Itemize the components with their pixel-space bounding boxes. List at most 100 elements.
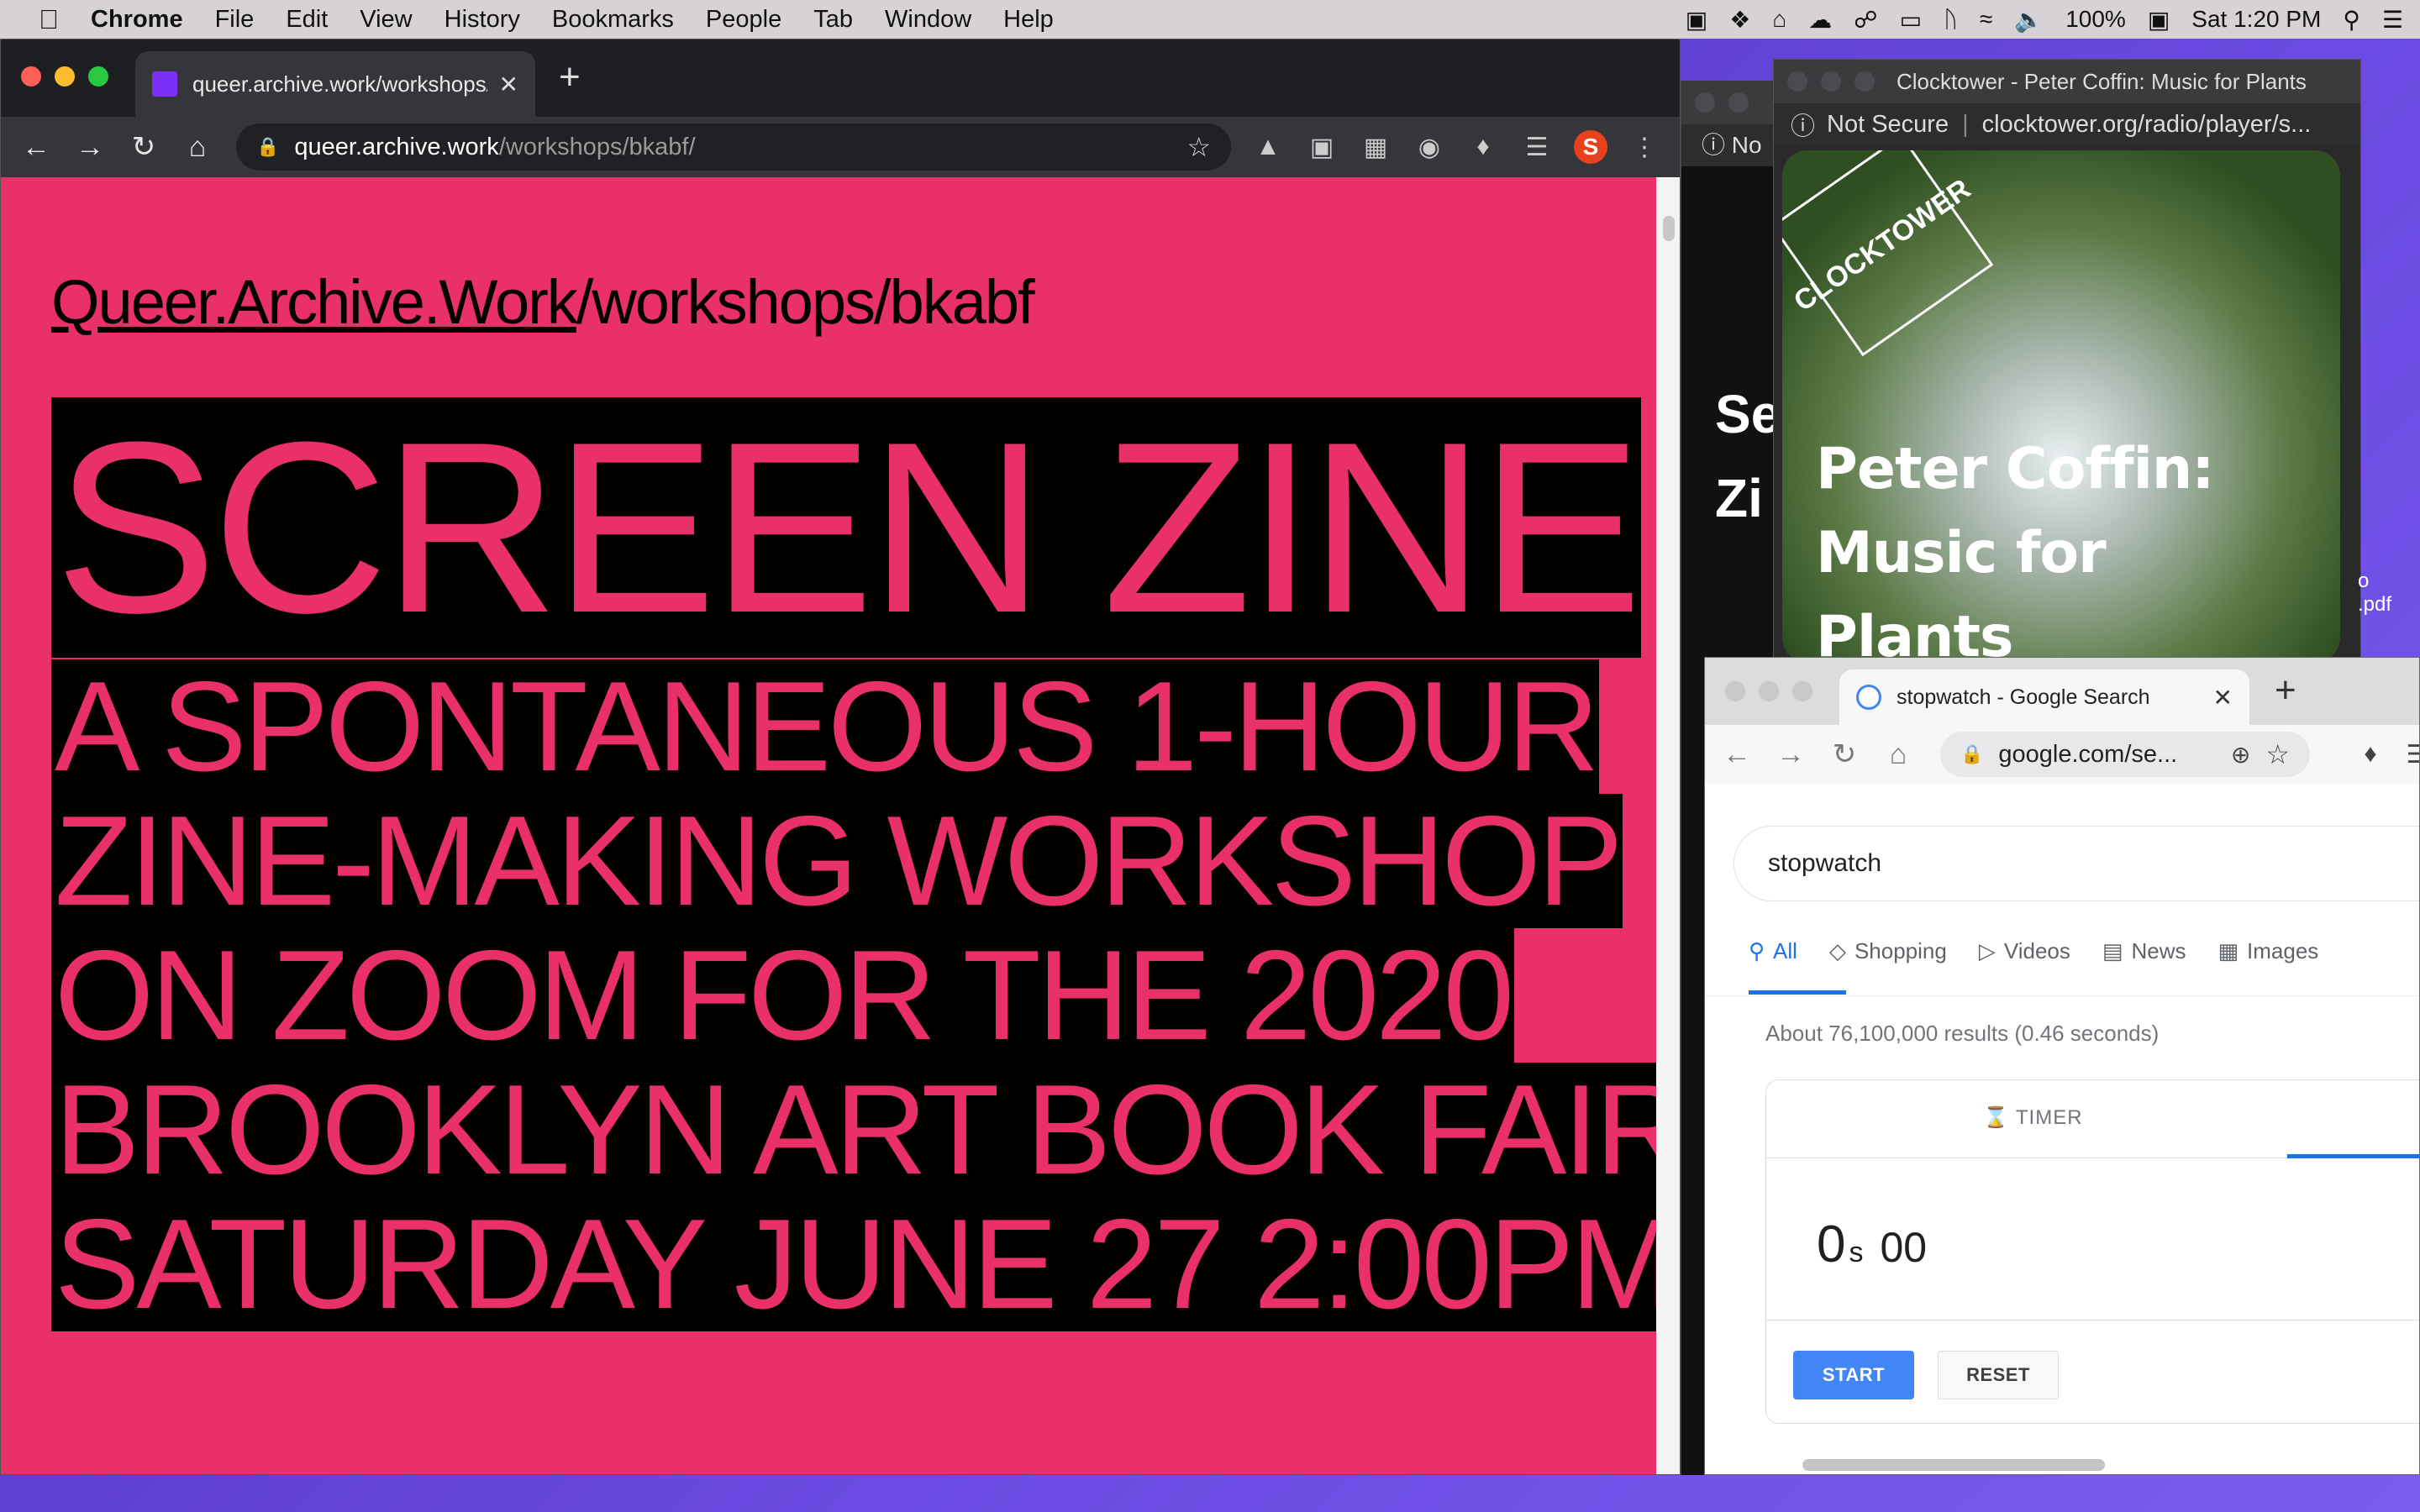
minimize-icon[interactable]: [1728, 92, 1749, 113]
vertical-scrollbar[interactable]: [1656, 177, 1680, 1474]
start-button[interactable]: START: [1793, 1351, 1914, 1399]
zoom-status-icon[interactable]: ▣: [1686, 6, 1707, 34]
profile-avatar[interactable]: S: [1564, 130, 1618, 164]
address-bar[interactable]: 🔒 google.com/se... ⊕ ☆: [1940, 732, 2310, 777]
menu-app-chrome[interactable]: Chrome: [91, 6, 183, 34]
menu-view[interactable]: View: [360, 6, 412, 34]
creative-cloud-icon[interactable]: ☍: [1854, 6, 1877, 34]
bookmark-star-icon[interactable]: ☆: [1186, 131, 1211, 163]
menu-window[interactable]: Window: [885, 6, 971, 34]
control-center-icon[interactable]: ☰: [2382, 6, 2403, 34]
battery-icon[interactable]: ▣: [2148, 6, 2170, 34]
zoom-icon[interactable]: [88, 66, 108, 87]
reset-button[interactable]: RESET: [1938, 1351, 2059, 1399]
close-icon[interactable]: [1695, 92, 1715, 113]
tab-close-icon[interactable]: ✕: [499, 71, 518, 98]
google-drive-icon[interactable]: ▲: [1241, 133, 1295, 161]
desktop-file-label[interactable]: o .pdf: [2358, 570, 2391, 617]
active-tab-indicator: [1749, 990, 1846, 995]
home-icon[interactable]: ⌂: [171, 131, 224, 164]
spotlight-search-icon[interactable]: ⚲: [2343, 6, 2360, 34]
reload-icon[interactable]: ↻: [117, 130, 171, 164]
menu-file[interactable]: File: [215, 6, 255, 34]
forward-icon[interactable]: →: [63, 131, 117, 164]
chrome-menu-icon[interactable]: ⋮: [1618, 133, 1671, 162]
extension-tabs-icon[interactable]: ▦: [1349, 133, 1402, 162]
airplay-icon[interactable]: ▭: [1900, 6, 1922, 34]
screenshot-camera-icon[interactable]: ◉: [1402, 133, 1456, 162]
tab-queer-archive[interactable]: queer.archive.work/workshops/ ✕: [135, 51, 535, 117]
reload-icon[interactable]: ↻: [1818, 738, 1871, 771]
minimize-icon[interactable]: [1759, 681, 1779, 701]
menu-edit[interactable]: Edit: [286, 6, 328, 34]
dropbox-icon[interactable]: ❖: [1729, 6, 1750, 34]
divider: [1705, 995, 2419, 996]
main-browser-window[interactable]: queer.archive.work/workshops/ ✕ + ← → ↻ …: [0, 39, 1681, 1475]
episode-artwork[interactable]: CLOCKTOWER Peter Coffin: Music for Plant…: [1782, 150, 2340, 659]
new-tab-icon[interactable]: +: [2275, 669, 2296, 711]
bluetooth-icon[interactable]: ᚢ: [1944, 6, 1958, 33]
menu-help[interactable]: Help: [1003, 6, 1054, 34]
address-bar[interactable]: 🔒 queer.archive.work/workshops/bkabf/ ☆: [236, 123, 1231, 171]
menu-people[interactable]: People: [706, 6, 781, 34]
minimize-icon[interactable]: [1821, 71, 1841, 92]
bookmark-star-icon[interactable]: ☆: [2265, 738, 2290, 770]
timer-tab[interactable]: ⌛ TIMER: [1983, 1105, 2083, 1130]
file-label-line-2: .pdf: [2358, 593, 2392, 616]
menu-bookmarks[interactable]: Bookmarks: [552, 6, 674, 34]
media-queue-icon[interactable]: ☰: [1510, 133, 1564, 162]
zoom-icon[interactable]: [1792, 681, 1812, 701]
media-queue-icon[interactable]: ☰: [2391, 740, 2419, 769]
new-tab-icon[interactable]: +: [559, 56, 581, 98]
hotspot-icon[interactable]: ⌂: [1772, 6, 1786, 33]
tab-news[interactable]: ▤ News: [2102, 938, 2186, 964]
close-icon[interactable]: [21, 66, 41, 87]
tab-all[interactable]: ⚲ All: [1749, 938, 1797, 964]
address-bar[interactable]: ⓘ Not Secure | clocktower.org/radio/play…: [1774, 103, 2360, 145]
cloud-upload-icon[interactable]: ☁: [1808, 6, 1832, 34]
url-host: queer.archive.work: [294, 133, 499, 160]
forward-icon[interactable]: →: [1764, 738, 1818, 771]
menu-tab[interactable]: Tab: [813, 6, 853, 34]
extensions-puzzle-icon[interactable]: ♦: [2344, 740, 2397, 769]
breadcrumb-home-link[interactable]: Queer.Archive.Work: [51, 267, 578, 337]
tab-label: Shopping: [1854, 938, 1947, 963]
home-icon[interactable]: ⌂: [1871, 738, 1925, 771]
scrollbar-thumb[interactable]: [1663, 216, 1675, 241]
logo-text: CLOCKTOWER: [1787, 172, 1976, 318]
minimize-icon[interactable]: [55, 66, 75, 87]
tab-shopping[interactable]: ◇ Shopping: [1829, 938, 1947, 964]
result-stats: About 76,100,000 results (0.46 seconds): [1765, 1021, 2160, 1046]
breadcrumb: Queer.Archive.Work/workshops/bkabf: [51, 266, 1035, 338]
macos-menu-bar:  Chrome File Edit View History Bookmark…: [0, 0, 2420, 39]
search-input[interactable]: stopwatch: [1733, 826, 2419, 901]
tab-videos[interactable]: ▷ Videos: [1979, 938, 2070, 964]
battery-percent[interactable]: 100%: [2065, 6, 2126, 33]
window-titlebar: Clocktower - Peter Coffin: Music for Pla…: [1774, 60, 2360, 103]
subtitle-line-5: SATURDAY JUNE 27 2:00PM: [51, 1197, 1677, 1331]
info-icon: ⓘ: [1791, 113, 1816, 140]
menubar-clock[interactable]: Sat 1:20 PM: [2191, 6, 2321, 33]
stopwatch-tab-indicator[interactable]: [2287, 1154, 2419, 1158]
close-icon[interactable]: [1787, 71, 1807, 92]
tab-close-icon[interactable]: ✕: [2213, 684, 2233, 711]
tab-stopwatch-search[interactable]: stopwatch - Google Search ✕: [1839, 669, 2249, 725]
horizontal-scrollbar-thumb[interactable]: [1802, 1459, 2105, 1471]
location-icon[interactable]: ⊕: [2231, 741, 2250, 769]
extensions-puzzle-icon[interactable]: ♦: [1456, 133, 1510, 161]
back-icon[interactable]: ←: [9, 131, 63, 164]
google-search-window[interactable]: stopwatch - Google Search ✕ + ← → ↻ ⌂ 🔒 …: [1704, 657, 2420, 1475]
url-path: /workshops/bkabf/: [498, 133, 696, 160]
back-icon[interactable]: ←: [1710, 738, 1764, 771]
tab-images[interactable]: ▦ Images: [2217, 938, 2318, 964]
close-icon[interactable]: [1725, 681, 1745, 701]
zoom-icon[interactable]: [1854, 71, 1875, 92]
extension-pdf-icon[interactable]: ▣: [1295, 133, 1349, 162]
security-label: Not Secure: [1827, 110, 1949, 138]
wifi-icon[interactable]: ≈: [1980, 6, 1992, 33]
apple-menu-icon[interactable]: : [34, 4, 64, 35]
clocktower-window[interactable]: Clocktower - Peter Coffin: Music for Pla…: [1773, 59, 2361, 660]
volume-icon[interactable]: 🔈: [2014, 6, 2044, 34]
hourglass-icon: ⌛: [1983, 1106, 2009, 1129]
menu-history[interactable]: History: [445, 6, 520, 34]
